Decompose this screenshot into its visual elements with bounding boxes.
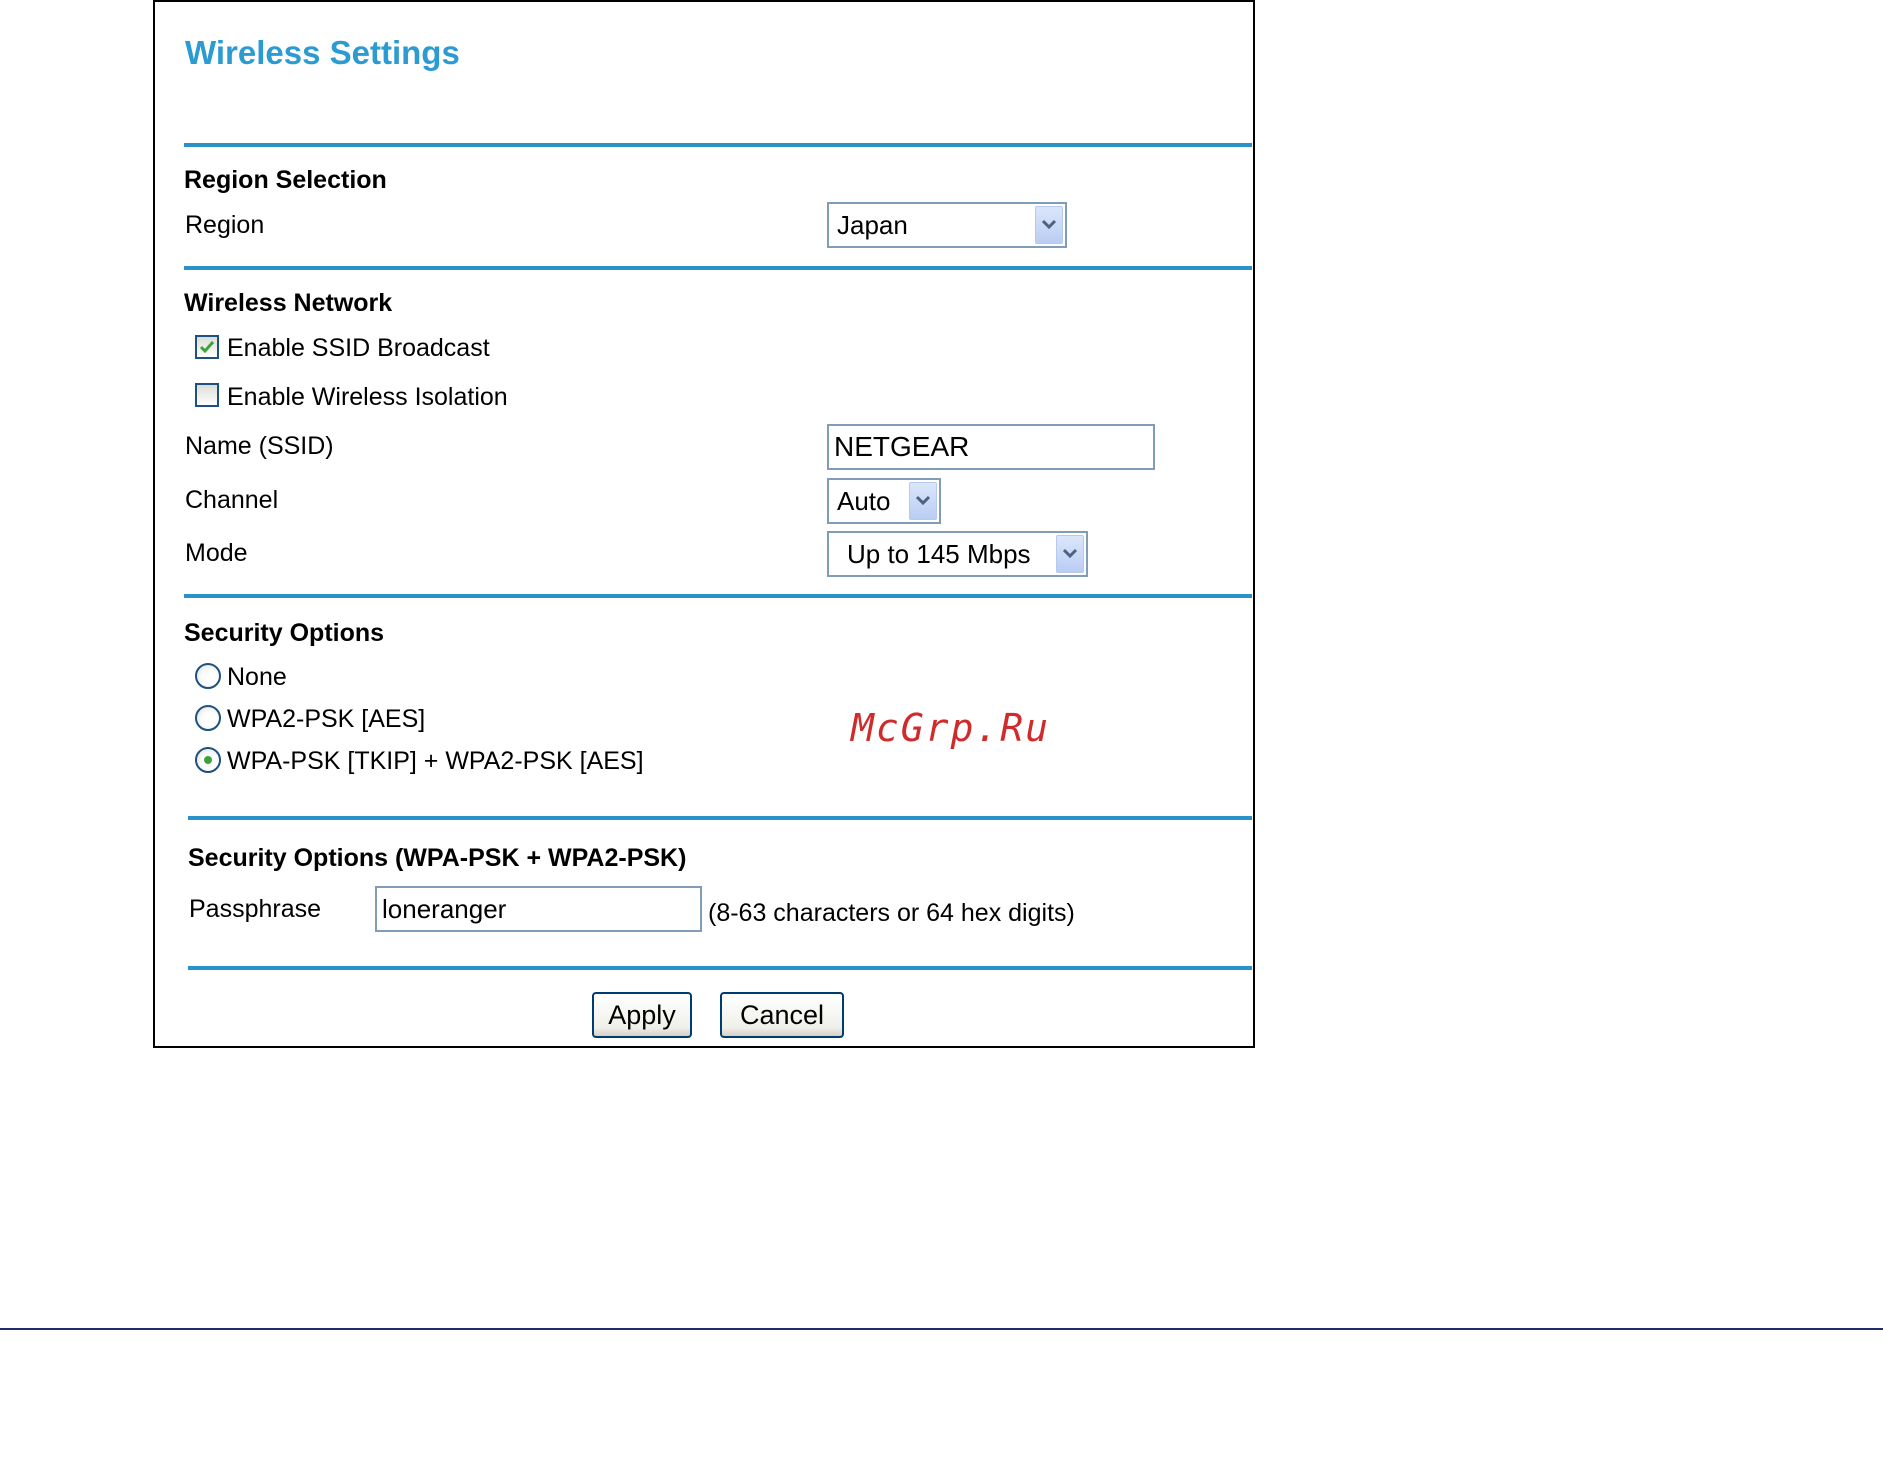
security-wpa-wpa2-mixed-radio[interactable]	[195, 747, 221, 773]
divider	[188, 816, 1252, 820]
divider	[184, 594, 1252, 598]
enable-ssid-broadcast-label: Enable SSID Broadcast	[227, 334, 490, 362]
mode-select[interactable]: Up to 145 Mbps	[827, 531, 1088, 577]
region-select-value: Japan	[837, 210, 908, 240]
mode-label: Mode	[185, 539, 248, 567]
bottom-rule	[0, 1328, 1883, 1330]
security-wpa2-psk-aes-radio[interactable]	[195, 705, 221, 731]
mode-select-value: Up to 145 Mbps	[847, 539, 1031, 569]
passphrase-input[interactable]: loneranger	[375, 886, 702, 932]
passphrase-input-value: loneranger	[382, 894, 507, 924]
page-title: Wireless Settings	[185, 34, 460, 71]
checkmark-icon	[199, 341, 215, 354]
chevron-down-icon[interactable]	[1056, 535, 1084, 573]
divider	[188, 966, 1252, 970]
channel-label: Channel	[185, 486, 279, 514]
divider	[184, 143, 1252, 147]
enable-ssid-broadcast-checkbox[interactable]	[195, 335, 219, 359]
divider	[184, 266, 1252, 270]
security-none-radio[interactable]	[195, 663, 221, 689]
region-select[interactable]: Japan	[827, 202, 1067, 248]
wireless-network-heading: Wireless Network	[184, 289, 393, 317]
chevron-down-icon[interactable]	[1035, 206, 1063, 244]
security-none-label: None	[227, 663, 287, 691]
security-options-heading: Security Options	[184, 619, 385, 647]
passphrase-section-heading: Security Options (WPA-PSK + WPA2-PSK)	[188, 844, 687, 872]
wireless-settings-panel: Wireless Settings Region Selection Regio…	[153, 0, 1255, 1048]
channel-select[interactable]: Auto	[827, 478, 941, 524]
security-wpa2-psk-aes-label: WPA2-PSK [AES]	[227, 705, 426, 733]
security-wpa-wpa2-mixed-label: WPA-PSK [TKIP] + WPA2-PSK [AES]	[227, 747, 644, 775]
ssid-input-value: NETGEAR	[834, 431, 970, 462]
watermark: McGrp.Ru	[851, 706, 1051, 750]
enable-wireless-isolation-label: Enable Wireless Isolation	[227, 383, 508, 411]
apply-button[interactable]: Apply	[592, 992, 692, 1038]
channel-select-value: Auto	[837, 486, 891, 516]
passphrase-hint: (8-63 characters or 64 hex digits)	[708, 899, 1075, 927]
passphrase-label: Passphrase	[189, 895, 322, 923]
chevron-down-icon[interactable]	[909, 482, 937, 520]
cancel-button[interactable]: Cancel	[720, 992, 844, 1038]
ssid-label: Name (SSID)	[185, 432, 334, 460]
enable-wireless-isolation-checkbox[interactable]	[195, 383, 219, 407]
ssid-input[interactable]: NETGEAR	[827, 424, 1155, 470]
region-label: Region	[185, 211, 265, 239]
radio-selected-dot	[204, 756, 212, 764]
region-selection-heading: Region Selection	[184, 166, 387, 194]
